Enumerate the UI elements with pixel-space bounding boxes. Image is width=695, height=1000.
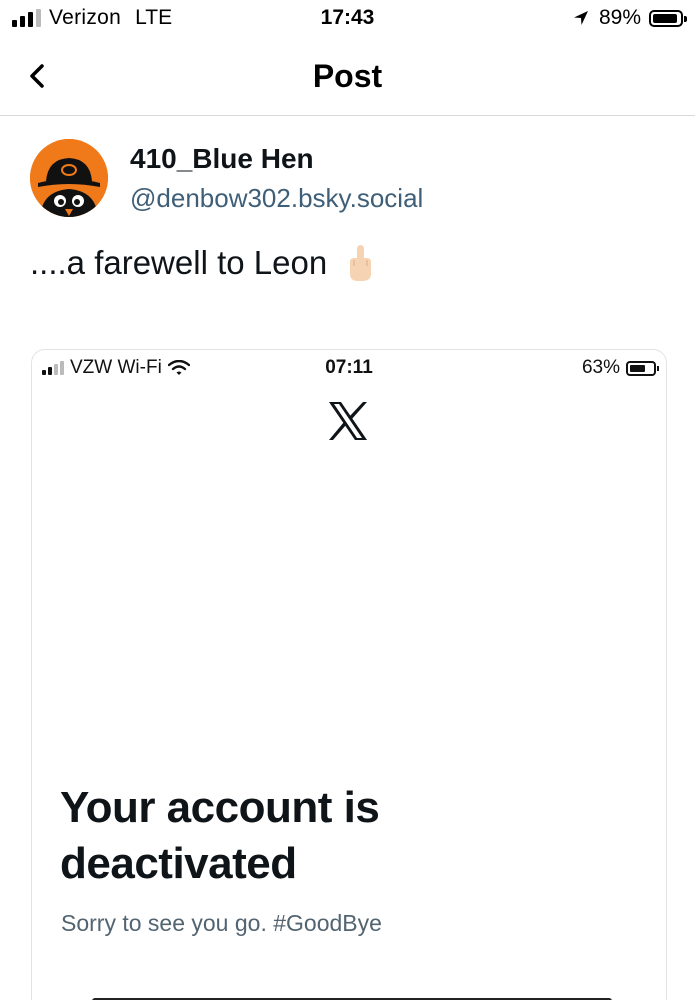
post-text-content: ....a farewell to Leon bbox=[30, 244, 328, 281]
battery-icon bbox=[649, 9, 687, 27]
nav-header: Post bbox=[0, 40, 695, 116]
status-right: 89% bbox=[573, 6, 687, 30]
embedded-status-time: 07:11 bbox=[325, 357, 373, 378]
author-name[interactable]: 410_Blue Hen bbox=[130, 143, 314, 175]
status-bar: Verizon LTE 17:43 89% bbox=[0, 0, 695, 40]
deactivated-heading: Your account is deactivated bbox=[60, 783, 380, 888]
location-arrow-icon bbox=[573, 11, 588, 25]
embedded-status-right: 63% bbox=[581, 357, 659, 379]
screen: Verizon LTE 17:43 89% Post 410_Blue Hen … bbox=[0, 0, 695, 1000]
page-title: Post bbox=[312, 58, 383, 94]
post-text: ....a farewell to Leon bbox=[30, 244, 375, 282]
middle-finger-emoji-icon bbox=[350, 245, 372, 281]
battery-percent: 89% bbox=[598, 6, 641, 29]
embedded-image[interactable]: VZW Wi-Fi 07:11 63% Your account is deac… bbox=[31, 349, 667, 1000]
battery-icon bbox=[626, 360, 659, 376]
embedded-battery-percent: 63% bbox=[581, 357, 620, 378]
embedded-status-bar: VZW Wi-Fi 07:11 63% bbox=[32, 350, 666, 390]
avatar[interactable] bbox=[30, 139, 108, 217]
x-logo-icon bbox=[329, 402, 367, 440]
deactivated-subtext: Sorry to see you go. #GoodBye bbox=[61, 910, 382, 936]
oriole-bird-avatar bbox=[30, 139, 108, 217]
author-handle[interactable]: @denbow302.bsky.social bbox=[130, 183, 423, 214]
